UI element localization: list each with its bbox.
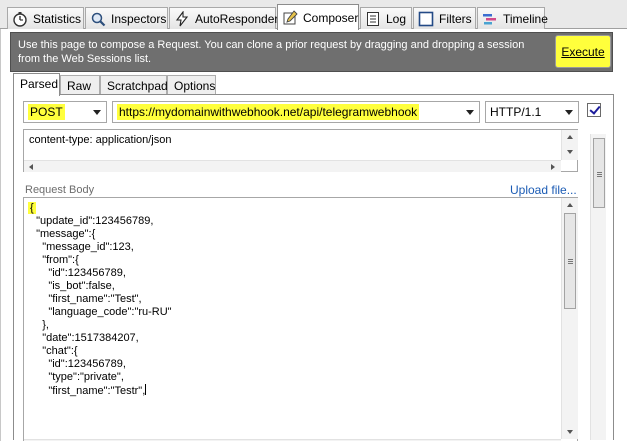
tab-label: Composer [303,10,359,25]
options-checkbox[interactable] [587,103,601,117]
grip-line [568,259,573,260]
text-caret [145,384,147,395]
scroll-right-icon[interactable] [551,164,555,170]
scroll-up-icon[interactable] [567,203,573,207]
code-line: "date":1517384207, [30,332,139,344]
request-body-editor[interactable]: { "update_id":123456789, "message":{ "me… [23,197,578,441]
code-line: "update_id":123456789, [30,215,154,227]
grip-line [597,174,602,175]
subtab-parsed[interactable]: Parsed [13,73,60,96]
tab-label: Timeline [503,11,548,26]
code-line: "id":123456789, [30,358,126,370]
code-text: "first_name":"Testr", [30,385,146,397]
lightning-icon [174,9,190,27]
timeline-icon [482,11,498,27]
composer-panel: Use this page to compose a Request. You … [0,29,627,441]
code-line: "is_bot":false, [30,280,115,292]
request-headers-textarea[interactable]: content-type: application/json [23,129,578,172]
subtab-raw[interactable]: Raw [60,75,100,95]
tab-label: Inspectors [111,11,167,26]
url-value: https://mydomainwithwebhook.net/api/tele… [117,104,420,120]
tab-autoresponder[interactable]: AutoResponder [169,7,279,29]
code-line: "type":"private", [30,371,124,383]
chevron-down-icon [466,110,474,115]
tab-log[interactable]: Log [360,7,412,29]
tab-filters[interactable]: Filters [413,7,476,29]
tab-inspectors[interactable]: Inspectors [85,7,168,29]
subtab-options[interactable]: Options [167,75,216,95]
url-input[interactable]: https://mydomainwithwebhook.net/api/tele… [112,101,480,123]
panel-vertical-scrollbar[interactable] [590,134,606,440]
tab-timeline[interactable]: Timeline [477,7,548,29]
subtab-label: Raw [67,79,92,93]
subtab-label: Scratchpad [107,79,168,93]
code-line: "chat":{ [30,345,78,357]
grip-line [568,261,573,262]
grip-line [568,263,573,264]
log-icon [365,11,381,27]
scroll-thumb[interactable] [564,213,576,309]
code-line: { [28,202,36,215]
tab-composer[interactable]: Composer [277,4,359,30]
subtab-label: Options [174,79,216,93]
execute-label: Execute [561,44,605,59]
scroll-up-icon[interactable] [567,135,573,139]
scroll-left-icon[interactable] [29,164,33,170]
code-line: "from":{ [30,254,79,266]
code-line: "message":{ [30,228,96,240]
inspector-icon [90,11,106,27]
http-version-select[interactable]: HTTP/1.1 [485,101,579,123]
scroll-down-icon[interactable] [567,150,573,154]
tab-label: AutoResponder [195,11,279,26]
tab-label: Filters [439,11,472,26]
pencil-icon [282,9,298,26]
scroll-down-icon[interactable] [567,430,573,434]
stopwatch-icon [12,11,28,27]
subtab-label: Parsed [20,77,59,91]
code-line: "first_name":"Testr", [30,384,147,397]
info-text: Use this page to compose a Request. You … [18,39,525,65]
chevron-down-icon [93,110,101,115]
code-line: }, [30,319,49,331]
info-bar: Use this page to compose a Request. You … [10,32,613,72]
code-line: "message_id":123, [30,241,134,253]
headers-vertical-scrollbar[interactable] [561,130,578,160]
code-line: "id":123456789, [30,267,126,279]
checkbox-icon [418,11,434,27]
headers-text: content-type: application/json [29,134,172,146]
scroll-thumb[interactable] [593,138,605,208]
request-body-label: Request Body [25,184,95,196]
method-select[interactable]: POST [23,101,107,123]
method-value: POST [28,104,65,120]
upload-file-link[interactable]: Upload file... [510,183,577,197]
main-tab-strip: Statistics Inspectors AutoResponder Comp… [0,0,627,30]
grip-line [597,172,602,173]
code-text: { [28,202,36,214]
tab-statistics[interactable]: Statistics [7,7,84,29]
headers-horizontal-scrollbar[interactable] [24,160,561,172]
subtab-scratchpad[interactable]: Scratchpad [100,75,168,95]
code-line: "first_name":"Test", [30,293,142,305]
grip-line [597,176,602,177]
code-line: "language_code":"ru-RU" [30,306,172,318]
body-vertical-scrollbar[interactable] [561,198,578,439]
execute-button[interactable]: Execute [555,35,611,68]
tab-label: Log [386,11,407,26]
chevron-down-icon [565,110,573,115]
http-version-value: HTTP/1.1 [490,105,542,119]
tab-label: Statistics [33,11,82,26]
